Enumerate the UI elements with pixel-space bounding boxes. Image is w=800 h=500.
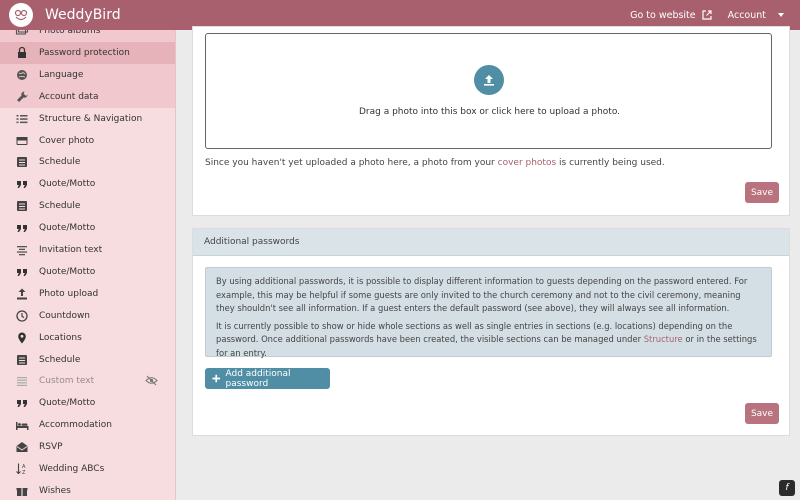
main-content: Drag a photo into this box or click here…	[176, 26, 800, 500]
cover-photo-icon	[15, 134, 29, 148]
plus-icon	[212, 374, 221, 383]
sidebar-item-label: Photo albums	[39, 30, 101, 36]
go-to-website-label: Go to website	[630, 9, 696, 21]
brand-name[interactable]: WeddyBird	[45, 7, 121, 23]
sidebar-item[interactable]: Schedule	[0, 195, 175, 217]
wrench-icon	[15, 90, 29, 104]
sidebar-item-label: Account data	[39, 91, 99, 102]
sidebar-item[interactable]: Schedule	[0, 349, 175, 371]
add-password-label: Add additional password	[225, 368, 291, 389]
bed-icon	[15, 418, 29, 432]
sidebar-item-label: Photo upload	[39, 288, 99, 299]
sidebar-item[interactable]: Accommodation	[0, 414, 175, 436]
sidebar-item[interactable]: Photo albums	[0, 30, 175, 42]
globe-icon	[15, 68, 29, 82]
gift-icon	[15, 484, 29, 498]
bird-logo-icon	[14, 9, 28, 21]
quote-icon	[15, 177, 29, 191]
eye-slash-icon[interactable]	[145, 375, 158, 389]
add-additional-password-button[interactable]: Add additional password	[205, 368, 330, 389]
images-icon	[15, 30, 29, 38]
account-label: Account	[727, 9, 766, 21]
passwords-info-box: By using additional passwords, it is pos…	[205, 267, 772, 358]
sidebar-item-label: Countdown	[39, 310, 91, 321]
quote-icon	[15, 221, 29, 235]
cover-photo-note: Since you haven't yet uploaded a photo h…	[205, 158, 665, 168]
sidebar-item[interactable]: Language	[0, 63, 175, 86]
sidebar-item-label: Wishes	[39, 485, 71, 496]
sidebar-item[interactable]: Countdown	[0, 305, 175, 327]
sidebar-item[interactable]: Quote/Motto	[0, 173, 175, 195]
structure-link[interactable]: Structure	[644, 334, 683, 344]
sidebar-item-label: Quote/Motto	[39, 266, 96, 277]
info-paragraph-2: It is currently possible to show or hide…	[216, 320, 761, 361]
save-passwords-button[interactable]: Save	[745, 403, 779, 424]
svg-text:Z: Z	[22, 470, 26, 476]
caret-down-icon	[778, 13, 784, 17]
sidebar-item-label: Custom text	[39, 376, 95, 387]
save-button[interactable]: Save	[745, 182, 779, 203]
page-helper-icon[interactable]: f	[779, 480, 795, 496]
sidebar-item-label: RSVP	[39, 442, 63, 453]
additional-passwords-title: Additional passwords	[193, 229, 789, 256]
quote-icon	[15, 265, 29, 279]
schedule-icon	[15, 353, 29, 367]
sidebar-item[interactable]: Locations	[0, 327, 175, 349]
sidebar-item[interactable]: RSVP	[0, 436, 175, 458]
upload-icon	[474, 65, 504, 95]
account-dropdown[interactable]: Account	[728, 10, 784, 21]
sidebar-item[interactable]: A Z Wedding ABCs	[0, 458, 175, 480]
sidebar-item[interactable]: Password protection	[0, 41, 175, 64]
note-text-after: is currently being used.	[556, 158, 665, 168]
sidebar-item-label: Quote/Motto	[39, 398, 96, 409]
external-link-icon	[702, 10, 712, 20]
sidebar-item-label: Invitation text	[39, 245, 103, 255]
sidebar-item-label: Schedule	[39, 354, 81, 365]
sidebar-item[interactable]: Quote/Motto	[0, 392, 175, 414]
sidebar-item-label: Language	[39, 69, 84, 80]
sidebar: Photo albums Password protection Language A…	[0, 30, 176, 500]
cover-photos-link[interactable]: cover photos	[498, 158, 557, 168]
sort-alpha-icon: AZ	[15, 462, 29, 476]
sidebar-item-label: Cover photo	[39, 135, 95, 146]
map-marker-icon	[15, 331, 29, 345]
sidebar-item[interactable]: Structure & Navigation	[0, 108, 175, 130]
sidebar-item-label: Wedding ABCs	[39, 464, 105, 474]
upload-icon	[15, 287, 29, 301]
sidebar-item-label: Schedule	[39, 201, 81, 212]
info-paragraph-1: By using additional passwords, it is pos…	[216, 276, 748, 313]
photo-dropzone[interactable]: Drag a photo into this box or click here…	[205, 33, 772, 149]
schedule-icon	[15, 155, 29, 169]
sidebar-item[interactable]: Photo upload	[0, 283, 175, 305]
go-to-website-link[interactable]: Go to website	[630, 10, 712, 21]
sidebar-item-label: Quote/Motto	[39, 179, 96, 190]
lock-icon	[15, 46, 29, 60]
sidebar-item[interactable]: Quote/Motto	[0, 217, 175, 239]
brand-logo[interactable]	[9, 3, 33, 27]
sidebar-item[interactable]: Quote/Motto	[0, 261, 175, 283]
align-justify-icon	[15, 374, 29, 388]
sidebar-item-label: Quote/Motto	[39, 223, 96, 234]
sidebar-item[interactable]: Wishes	[0, 480, 175, 500]
cover-photo-card: Drag a photo into this box or click here…	[192, 26, 790, 216]
clock-icon	[15, 309, 29, 323]
sidebar-item[interactable]: Cover photo	[0, 130, 175, 152]
schedule-icon	[15, 199, 29, 213]
additional-passwords-card: Additional passwords By using additional…	[192, 228, 790, 436]
note-text-before: Since you haven't yet uploaded a photo h…	[205, 158, 498, 168]
sidebar-item-label: Structure & Navigation	[39, 113, 143, 124]
envelope-open-icon	[15, 440, 29, 454]
quote-icon	[15, 396, 29, 410]
sidebar-item[interactable]: Account data	[0, 85, 175, 108]
align-center-icon	[15, 243, 29, 257]
sidebar-item[interactable]: Schedule	[0, 151, 175, 173]
sidebar-item-label: Schedule	[39, 157, 81, 168]
sidebar-item[interactable]: Custom text	[0, 370, 175, 392]
sidebar-item-label: Locations	[39, 332, 82, 343]
dropzone-text: Drag a photo into this box or click here…	[358, 107, 621, 117]
sidebar-item-label: Accommodation	[39, 420, 112, 431]
sidebar-item-label: Password protection	[39, 47, 130, 58]
sidebar-item[interactable]: Invitation text	[0, 239, 175, 261]
list-icon	[15, 112, 29, 126]
